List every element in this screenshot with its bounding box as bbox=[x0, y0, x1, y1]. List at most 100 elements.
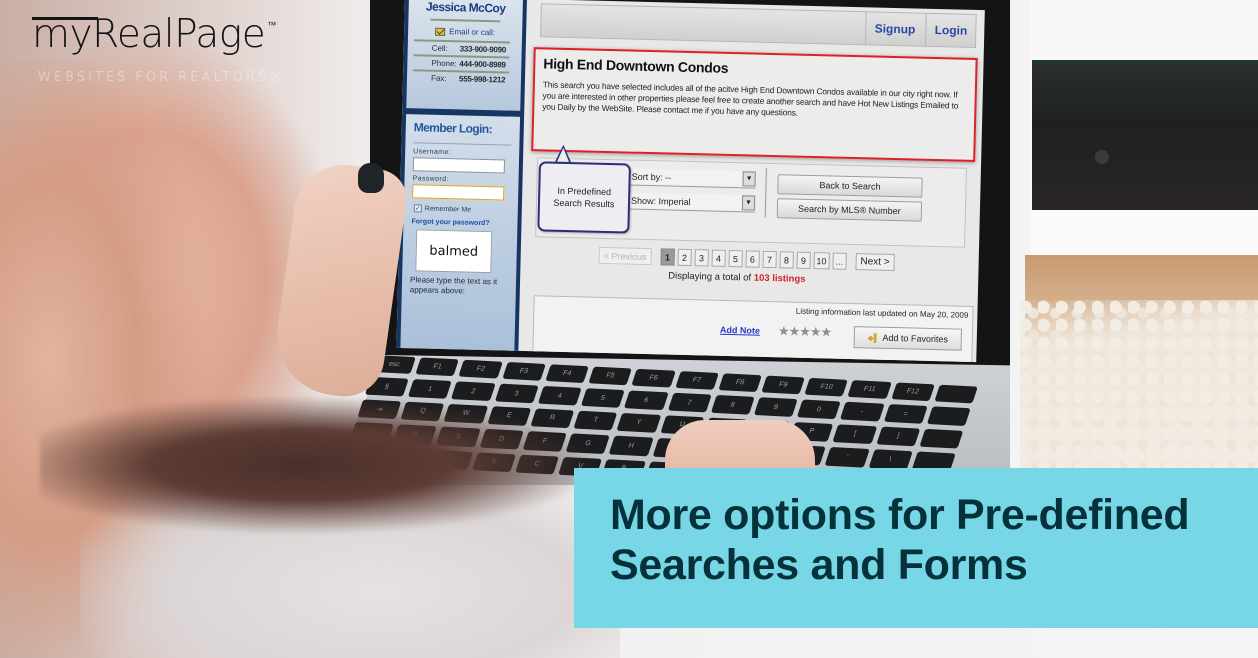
keyboard-key bbox=[926, 406, 971, 426]
listing-panel: Listing information last updated on May … bbox=[532, 295, 974, 363]
contact-row-fax: Fax: 555-998-1212 bbox=[412, 69, 510, 87]
page-button[interactable]: 9 bbox=[796, 251, 811, 269]
banner-headline-line-1: More options for Pre-defined bbox=[610, 491, 1190, 539]
member-login-panel: Member Login: Username: Password: ✓ Reme… bbox=[400, 114, 521, 357]
annotation-callout: In Predefined Search Results bbox=[537, 161, 631, 234]
laptop-screen: Jessica McCoy Email or call: Cell: 333-9… bbox=[396, 0, 985, 363]
checkmark-icon: ✓ bbox=[413, 204, 422, 213]
page-button[interactable]: 2 bbox=[677, 248, 692, 267]
contact-value: 444-900-8989 bbox=[459, 59, 506, 70]
signup-link[interactable]: Signup bbox=[865, 12, 924, 46]
brand-logo-text: myRealPage bbox=[32, 12, 266, 57]
listing-total: Displaying a total of 103 listings bbox=[668, 271, 806, 285]
keyboard-key: H bbox=[609, 435, 654, 456]
brand-tagline: WEBSITES FOR REALTORS® bbox=[38, 70, 286, 85]
email-label: Email or call: bbox=[449, 27, 496, 38]
page-button[interactable]: 4 bbox=[711, 249, 726, 267]
keyboard-key: F3 bbox=[501, 362, 546, 382]
password-label: Password: bbox=[412, 175, 449, 184]
page-button[interactable]: 8 bbox=[779, 251, 794, 269]
search-title: High End Downtown Condos bbox=[543, 55, 729, 76]
rating-stars[interactable]: ★★★★★ bbox=[778, 323, 832, 340]
forgot-password-link[interactable]: Forgot your password? bbox=[411, 218, 509, 227]
remember-me-label: Remember Me bbox=[424, 205, 472, 214]
page-button[interactable]: 7 bbox=[762, 250, 777, 269]
keyboard-key: ' bbox=[825, 447, 870, 468]
keyboard-key: F2 bbox=[458, 359, 503, 379]
contact-label: Phone: bbox=[431, 58, 457, 69]
keyboard-key: F6 bbox=[631, 368, 676, 388]
keyboard-key: F8 bbox=[717, 373, 762, 393]
keyboard-key: F5 bbox=[588, 366, 633, 386]
page-button[interactable]: 3 bbox=[694, 249, 709, 267]
add-to-favorites-button[interactable]: ◆▌ Add to Favorites bbox=[853, 326, 963, 351]
keyboard-key: F10 bbox=[804, 377, 849, 397]
contact-label: Cell: bbox=[431, 43, 448, 54]
trademark-symbol: ™ bbox=[267, 21, 276, 31]
search-info-highlight: High End Downtown Condos This search you… bbox=[531, 47, 978, 162]
divider bbox=[430, 18, 501, 23]
keyboard-key bbox=[919, 428, 964, 449]
email-link[interactable]: Email or call: bbox=[408, 26, 522, 38]
background-rug bbox=[1020, 300, 1258, 480]
callout-pointer bbox=[554, 144, 572, 163]
last-updated-text: Listing information last updated on May … bbox=[795, 306, 969, 320]
username-input[interactable] bbox=[412, 157, 506, 174]
member-login-title: Member Login: bbox=[413, 120, 493, 137]
chevron-down-icon: ▼ bbox=[741, 195, 756, 211]
keyboard-key: 6 bbox=[624, 390, 669, 410]
search-by-mls-button[interactable]: Search by MLS® Number bbox=[776, 198, 923, 222]
units-value: Show: Imperial bbox=[630, 195, 691, 208]
website-sidebar: Jessica McCoy Email or call: Cell: 333-9… bbox=[396, 0, 527, 357]
divider bbox=[413, 142, 512, 146]
background-person-hair bbox=[40, 395, 600, 535]
background-stereo bbox=[1032, 60, 1258, 210]
page-button[interactable]: 6 bbox=[745, 250, 760, 268]
agent-contact-card: Jessica McCoy Email or call: Cell: 333-9… bbox=[406, 0, 523, 111]
pagination: < Previous 1 2 3 4 5 6 7 8 9 10... Next > bbox=[598, 246, 895, 272]
password-input[interactable] bbox=[412, 184, 505, 201]
favorites-icon: ◆▌ bbox=[867, 332, 880, 343]
keyboard-key: F7 bbox=[674, 371, 719, 391]
keyboard-key: F4 bbox=[545, 364, 589, 384]
keyboard-key: F1 bbox=[415, 357, 460, 377]
listing-total-prefix: Displaying a total of bbox=[668, 270, 752, 284]
keyboard-key bbox=[934, 384, 978, 404]
search-description: This search you have selected includes a… bbox=[542, 79, 959, 118]
sort-by-select[interactable]: Sort by: -- ▼ bbox=[627, 168, 756, 189]
keyboard-key: - bbox=[840, 402, 885, 422]
units-select[interactable]: Show: Imperial ▼ bbox=[626, 192, 756, 213]
add-to-favorites-label: Add to Favorites bbox=[882, 332, 949, 345]
back-to-search-button[interactable]: Back to Search bbox=[777, 174, 923, 198]
keyboard-key: F12 bbox=[890, 382, 935, 402]
add-note-link[interactable]: Add Note bbox=[720, 325, 760, 336]
sort-by-value: Sort by: -- bbox=[631, 171, 672, 183]
divider bbox=[764, 167, 767, 218]
captcha-help-text: Please type the text as it appears above… bbox=[409, 275, 498, 296]
keyboard-key: 0 bbox=[797, 399, 841, 419]
keyboard-key: 9 bbox=[753, 397, 798, 417]
background-stereo-knob bbox=[1095, 150, 1109, 164]
keyboard-key: Y bbox=[616, 412, 661, 433]
remember-me-checkbox[interactable]: ✓ Remember Me bbox=[413, 204, 510, 214]
keyboard-key: 7 bbox=[667, 393, 712, 413]
captcha-image: balmed bbox=[415, 229, 493, 274]
page-button[interactable]: 10 bbox=[813, 252, 830, 270]
contact-label: Fax: bbox=[430, 73, 447, 84]
page-button[interactable]: 5 bbox=[728, 249, 743, 268]
website-topbar: Signup Login bbox=[540, 3, 977, 48]
previous-page-button[interactable]: < Previous bbox=[598, 246, 652, 266]
more-pages-button[interactable]: ... bbox=[832, 252, 847, 270]
keyboard-key: [ bbox=[832, 424, 877, 445]
keyboard-key: F11 bbox=[847, 380, 892, 400]
next-page-button[interactable]: Next > bbox=[855, 253, 895, 272]
headline-banner: More options for Pre-defined Searches an… bbox=[574, 468, 1258, 628]
page-button[interactable]: 1 bbox=[660, 248, 675, 266]
background-fingernail bbox=[358, 163, 384, 193]
envelope-icon bbox=[435, 27, 446, 36]
contact-value: 555-998-1212 bbox=[458, 74, 506, 85]
listing-count: 103 listings bbox=[753, 272, 806, 285]
contact-value: 333-900-9090 bbox=[459, 44, 507, 55]
login-link[interactable]: Login bbox=[925, 13, 976, 47]
keyboard-key: \ bbox=[868, 449, 913, 470]
